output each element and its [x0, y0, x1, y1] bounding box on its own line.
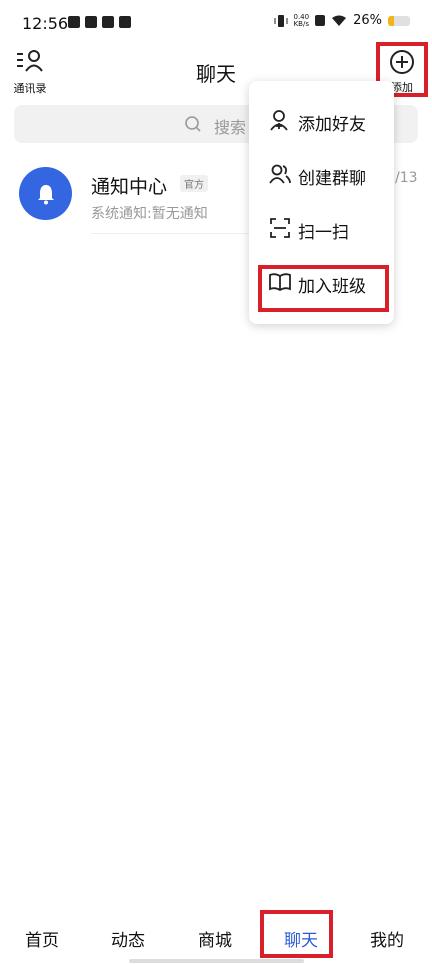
chat-tab-highlight	[260, 910, 333, 958]
menu-item-create-group[interactable]: 创建群聊	[249, 150, 394, 202]
app-notification-icon	[68, 16, 80, 28]
menu-item-add-friend[interactable]: 添加好友	[249, 96, 394, 148]
net-speed: 0.40 KB/s	[293, 12, 310, 28]
create-group-icon	[269, 164, 291, 184]
menu-item-label: 创建群聊	[298, 169, 366, 189]
tab-moments[interactable]: 动态	[111, 926, 145, 951]
search-icon	[185, 116, 201, 132]
join-class-highlight	[258, 265, 389, 312]
tab-home[interactable]: 首页	[25, 926, 59, 951]
battery-fill	[388, 15, 394, 26]
bottom-tab-bar: 首页 动态 商城 聊天 我的	[0, 910, 432, 964]
vibrate-icon	[274, 14, 287, 27]
battery-icon	[388, 15, 410, 26]
message-icon	[119, 16, 131, 28]
plus-circle-icon	[390, 50, 414, 74]
tab-mall[interactable]: 商城	[198, 926, 232, 951]
status-bar: 12:56 0.40 KB/s 26%	[0, 0, 432, 50]
app-notification-icon	[85, 16, 97, 28]
sim-off-icon	[315, 15, 326, 26]
avatar	[19, 167, 72, 220]
conversation-time: /13	[395, 170, 418, 186]
menu-item-scan[interactable]: 扫一扫	[249, 204, 394, 256]
home-indicator	[129, 959, 304, 963]
tab-mine[interactable]: 我的	[370, 926, 404, 951]
battery-percent: 26%	[353, 13, 382, 28]
menu-item-label: 添加好友	[298, 115, 366, 135]
bell-icon	[37, 184, 54, 204]
official-badge: 官方	[180, 175, 208, 192]
tiktok-icon	[102, 16, 114, 28]
wifi-icon	[332, 15, 347, 26]
conversation-preview: 系统通知:暂无通知	[91, 206, 208, 222]
scan-icon	[270, 218, 290, 238]
add-friend-icon	[270, 110, 288, 131]
notification-icons	[68, 16, 131, 28]
search-placeholder: 搜索	[214, 118, 247, 137]
menu-item-label: 扫一扫	[298, 223, 349, 243]
status-time: 12:56	[22, 14, 69, 33]
conversation-name: 通知中心	[91, 176, 168, 198]
